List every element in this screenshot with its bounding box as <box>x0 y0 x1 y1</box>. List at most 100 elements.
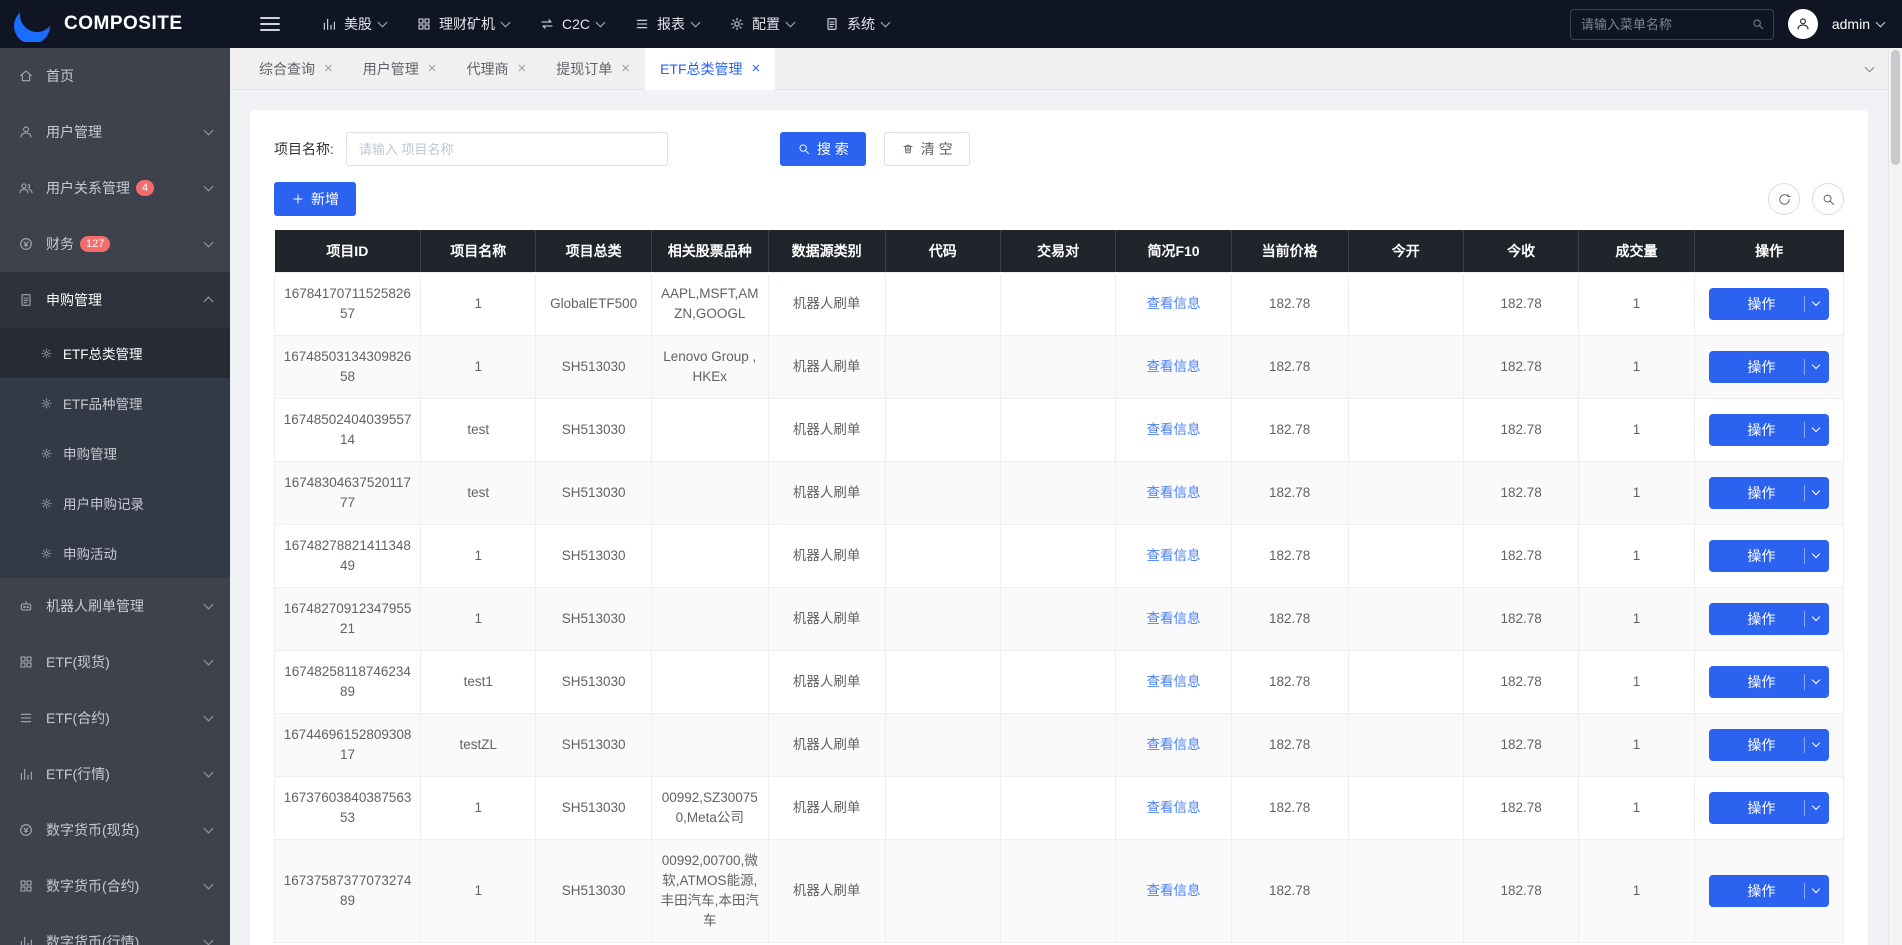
table-row: 1673758737707327489 1 SH513030 00992,007… <box>275 839 1844 942</box>
col-header: 项目总类 <box>536 230 651 272</box>
cell-code <box>885 776 1000 839</box>
swap-icon <box>539 16 555 32</box>
view-info-link[interactable]: 查看信息 <box>1147 548 1201 563</box>
view-info-link[interactable]: 查看信息 <box>1147 800 1201 815</box>
tab-withdrawal-orders[interactable]: 提现订单 × <box>541 48 645 90</box>
sidebar-item-subscription-activity[interactable]: 申购活动 <box>0 528 230 578</box>
view-info-link[interactable]: 查看信息 <box>1147 485 1201 500</box>
project-name-input[interactable] <box>346 132 668 166</box>
view-info-link[interactable]: 查看信息 <box>1147 674 1201 689</box>
cell-trading-pair <box>1000 398 1115 461</box>
view-info-link[interactable]: 查看信息 <box>1147 296 1201 311</box>
chevron-down-icon <box>204 656 214 666</box>
row-action-button[interactable]: 操作 <box>1709 414 1829 446</box>
sidebar-item-crypto-market[interactable]: 数字货币(行情) <box>0 914 230 945</box>
topbar-menus: 美股 理财矿机 C2C 报表 配置 系统 <box>306 0 904 48</box>
tab-agent[interactable]: 代理商 × <box>452 48 542 90</box>
avatar[interactable] <box>1788 9 1818 39</box>
search-icon[interactable] <box>1751 17 1765 31</box>
sidebar-item-crypto-spot[interactable]: 数字货币(现货) <box>0 802 230 858</box>
row-action-button[interactable]: 操作 <box>1709 477 1829 509</box>
sidebar-item-subscription[interactable]: 申购管理 <box>0 428 230 478</box>
cell-action: 操作 <box>1694 650 1843 713</box>
sidebar-item-etf-variety-management[interactable]: ETF品种管理 <box>0 378 230 428</box>
sidebar-item-etf-contract[interactable]: ETF(合约) <box>0 690 230 746</box>
clear-button[interactable]: 清 空 <box>884 132 970 166</box>
data-table: 项目ID 项目名称 项目总类 相关股票品种 数据源类别 代码 交易对 简况F10… <box>274 230 1844 943</box>
view-info-link[interactable]: 查看信息 <box>1147 422 1201 437</box>
list-icon <box>634 16 650 32</box>
close-icon[interactable]: × <box>324 61 333 76</box>
menu-search-input[interactable] <box>1581 17 1743 32</box>
topbar-menu-us-stocks[interactable]: 美股 <box>306 0 401 48</box>
sidebar-item-etf-market[interactable]: ETF(行情) <box>0 746 230 802</box>
row-action-button[interactable]: 操作 <box>1709 666 1829 698</box>
row-action-button[interactable]: 操作 <box>1709 792 1829 824</box>
column-search-button[interactable] <box>1812 183 1844 215</box>
tab-composite-query[interactable]: 综合查询 × <box>244 48 348 90</box>
chart-icon <box>18 766 34 782</box>
cell-related-stocks <box>651 713 768 776</box>
topbar-menu-wealth-mining[interactable]: 理财矿机 <box>401 0 524 48</box>
tab-user-management[interactable]: 用户管理 × <box>348 48 452 90</box>
cell-project-category: SH513030 <box>536 524 651 587</box>
cell-project-name: test1 <box>421 650 536 713</box>
sidebar-item-user-relations[interactable]: 用户关系管理 4 <box>0 160 230 216</box>
sidebar-item-etf-category-management[interactable]: ETF总类管理 <box>0 328 230 378</box>
cell-trading-pair <box>1000 776 1115 839</box>
close-icon[interactable]: × <box>518 61 527 76</box>
cell-action: 操作 <box>1694 776 1843 839</box>
sidebar-item-robot-trading[interactable]: 机器人刷单管理 <box>0 578 230 634</box>
sidebar-item-crypto-contract[interactable]: 数字货币(合约) <box>0 858 230 914</box>
tab-etf-category-management[interactable]: ETF总类管理 × <box>645 48 775 90</box>
topbar-menu-reports[interactable]: 报表 <box>619 0 714 48</box>
sidebar-item-home[interactable]: 首页 <box>0 48 230 104</box>
topbar-menu-c2c[interactable]: C2C <box>524 0 619 48</box>
view-info-link[interactable]: 查看信息 <box>1147 611 1201 626</box>
close-icon[interactable]: × <box>752 61 761 76</box>
topbar-menu-config[interactable]: 配置 <box>714 0 809 48</box>
add-button[interactable]: 新增 <box>274 182 356 216</box>
row-action-button[interactable]: 操作 <box>1709 603 1829 635</box>
gear-icon <box>40 547 53 560</box>
cell-data-source: 机器人刷单 <box>768 587 885 650</box>
row-action-button[interactable]: 操作 <box>1709 729 1829 761</box>
sidebar-item-user-subscription-records[interactable]: 用户申购记录 <box>0 478 230 528</box>
cell-project-name: 1 <box>421 335 536 398</box>
menu-toggle-icon[interactable] <box>260 13 280 35</box>
row-action-button[interactable]: 操作 <box>1709 351 1829 383</box>
cell-volume: 1 <box>1579 272 1694 335</box>
chevron-down-icon <box>1864 62 1874 72</box>
close-icon[interactable]: × <box>621 61 630 76</box>
cell-related-stocks <box>651 524 768 587</box>
sidebar-item-subscription-management[interactable]: 申购管理 <box>0 272 230 328</box>
row-action-button[interactable]: 操作 <box>1709 288 1829 320</box>
cell-volume: 1 <box>1579 398 1694 461</box>
view-info-link[interactable]: 查看信息 <box>1147 737 1201 752</box>
gear-icon <box>40 397 53 410</box>
chevron-up-icon <box>204 297 214 307</box>
chevron-down-icon <box>204 712 214 722</box>
divider <box>1804 548 1805 564</box>
close-icon[interactable]: × <box>428 61 437 76</box>
sidebar: 首页 用户管理 用户关系管理 4 财务 127 申购管理 ETF总类管理 ETF… <box>0 48 230 945</box>
row-action-button[interactable]: 操作 <box>1709 540 1829 572</box>
row-action-button[interactable]: 操作 <box>1709 875 1829 907</box>
logo: COMPOSITE <box>0 6 230 42</box>
user-menu[interactable]: admin <box>1832 16 1884 32</box>
cell-related-stocks <box>651 398 768 461</box>
topbar-menu-system[interactable]: 系统 <box>809 0 904 48</box>
sidebar-item-etf-spot[interactable]: ETF(现货) <box>0 634 230 690</box>
refresh-button[interactable] <box>1768 183 1800 215</box>
vertical-scrollbar[interactable] <box>1888 48 1902 945</box>
topbar: COMPOSITE 美股 理财矿机 C2C 报表 配置 <box>0 0 1902 48</box>
chevron-down-icon <box>786 18 796 28</box>
tab-list-dropdown[interactable] <box>1850 48 1888 90</box>
search-button[interactable]: 搜 索 <box>780 132 866 166</box>
sidebar-item-user-management[interactable]: 用户管理 <box>0 104 230 160</box>
scrollbar-thumb[interactable] <box>1891 50 1900 165</box>
sidebar-item-finance[interactable]: 财务 127 <box>0 216 230 272</box>
view-info-link[interactable]: 查看信息 <box>1147 883 1201 898</box>
view-info-link[interactable]: 查看信息 <box>1147 359 1201 374</box>
table-tools <box>1768 183 1844 215</box>
